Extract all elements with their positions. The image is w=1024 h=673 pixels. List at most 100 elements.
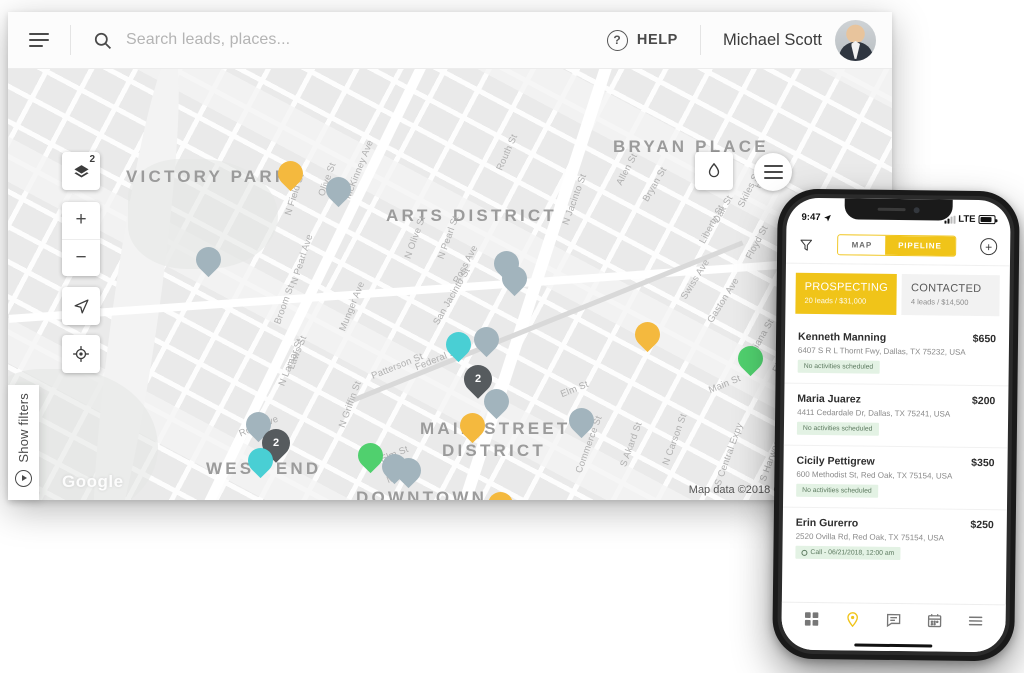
map-lead-marker[interactable]	[563, 402, 600, 439]
marker-count	[502, 266, 527, 291]
stage-card[interactable]: CONTACTED 4 leads / $14,500	[901, 274, 1000, 317]
list-item[interactable]: Maria Juarez $200 4411 Cedardale Dr, Dalla…	[783, 383, 1009, 449]
screenshot-root: ? HELP Michael Scott VICTORY PARKBRYAN P…	[0, 0, 1024, 673]
add-lead-button[interactable]: +	[980, 238, 998, 256]
hamburger-icon	[763, 176, 783, 180]
stage-name: PROSPECTING	[804, 280, 889, 294]
map-lead-marker[interactable]	[272, 155, 309, 192]
phone-app-header: MAP PIPELINE +	[785, 225, 1011, 267]
map-lead-marker[interactable]	[390, 452, 427, 489]
phone-bezel: 9:47 LTE MAP PIPELINE + PROSPECTING 20 l…	[777, 193, 1015, 657]
phone-notch	[844, 198, 953, 221]
map-pin-icon[interactable]	[845, 611, 861, 632]
map-drop-filter-button[interactable]	[695, 152, 733, 190]
user-menu[interactable]: Michael Scott	[701, 19, 892, 61]
stage-name: CONTACTED	[910, 282, 982, 296]
zoom-out-button[interactable]: −	[62, 240, 100, 277]
map-lead-marker[interactable]	[496, 260, 533, 297]
app-topbar: ? HELP Michael Scott	[8, 12, 892, 69]
stage-summary: 4 leads / $14,500	[910, 297, 969, 307]
front-camera	[913, 206, 920, 213]
status-indicators: LTE	[944, 213, 996, 226]
list-item[interactable]: Kenneth Manning $650 6407 S R L Thornt Fwy…	[784, 321, 1010, 387]
status-time: 9:47	[801, 211, 821, 224]
lead-name: Kenneth Manning	[797, 330, 887, 344]
activity-label: No activities scheduled	[802, 486, 872, 495]
location-arrow-icon	[824, 214, 831, 221]
calendar-icon[interactable]	[926, 612, 942, 633]
lead-amount: $200	[971, 394, 996, 408]
map-lead-marker[interactable]	[190, 241, 227, 278]
list-item[interactable]: Erin Gurerro $250 2520 Ovilla Rd, Red Oak,…	[782, 507, 1007, 571]
map-lead-marker[interactable]	[468, 321, 505, 358]
network-label: LTE	[958, 213, 976, 225]
tab-pipeline[interactable]: PIPELINE	[884, 235, 955, 256]
expand-arrow-icon	[15, 469, 32, 487]
lead-address: 600 Methodist St, Red Oak, TX 75154, USA	[796, 469, 953, 481]
map-zoom-controls[interactable]: + −	[62, 202, 100, 276]
map-navigate-button[interactable]	[62, 287, 100, 325]
map-lead-marker[interactable]	[242, 442, 279, 479]
map-lead-marker[interactable]	[454, 407, 491, 444]
lead-row-header: Maria Juarez $200	[797, 393, 995, 407]
layers-icon	[73, 164, 89, 178]
status-badge: No activities scheduled	[796, 421, 879, 436]
dashboard-grid-icon[interactable]	[804, 611, 820, 632]
help-button[interactable]: ? HELP	[597, 29, 700, 51]
search-bar[interactable]	[71, 31, 597, 50]
stage-summary: 20 leads / $31,000	[804, 295, 867, 306]
filter-funnel-icon[interactable]	[799, 237, 813, 251]
activity-label: Call - 06/21/2018, 12:00 am	[810, 548, 895, 557]
lead-amount: $650	[972, 332, 997, 346]
lead-list[interactable]: Kenneth Manning $650 6407 S R L Thornt Fwy…	[782, 321, 1010, 571]
view-mode-toggle[interactable]: MAP PIPELINE	[837, 234, 956, 257]
activity-label: No activities scheduled	[803, 362, 874, 371]
show-filters-tab[interactable]: Show filters	[8, 385, 39, 500]
status-badge: Call - 06/21/2018, 12:00 am	[795, 545, 901, 561]
hamburger-menu-icon[interactable]	[967, 613, 983, 634]
chat-bubble-icon[interactable]	[885, 612, 901, 633]
marker-count	[446, 332, 471, 357]
marker-count	[460, 413, 485, 438]
map-canvas[interactable]: VICTORY PARK BRYAN PLACE ARTS DISTRICT MAIN…	[8, 69, 892, 500]
show-filters-label: Show filters	[16, 393, 31, 463]
map-locate-button[interactable]	[62, 335, 100, 373]
map-list-toggle-button[interactable]	[754, 153, 792, 191]
marker-count	[635, 322, 660, 347]
pipeline-stage-cards[interactable]: PROSPECTING 20 leads / $31,000 CONTACTED 4 …	[785, 264, 1010, 325]
status-time-group: 9:47	[801, 212, 831, 223]
google-watermark: Google	[62, 472, 124, 491]
water-drop-icon	[708, 162, 720, 178]
marker-count	[484, 389, 509, 414]
map-lead-marker[interactable]	[440, 326, 477, 363]
marker-count	[278, 161, 303, 186]
layers-count-badge: 2	[89, 154, 95, 165]
main-menu-button[interactable]	[8, 33, 70, 47]
map-lead-marker[interactable]	[629, 316, 666, 353]
lead-row-header: Cicily Pettigrew $350	[796, 455, 994, 469]
tab-map[interactable]: MAP	[838, 235, 886, 255]
browser-window: ? HELP Michael Scott VICTORY PARKBRYAN P…	[8, 12, 892, 500]
map-layers-button[interactable]: 2	[62, 152, 100, 190]
search-input[interactable]	[126, 31, 597, 49]
marker-count	[196, 247, 221, 272]
marker-count	[569, 408, 594, 433]
hamburger-icon	[29, 33, 49, 47]
map-lead-marker[interactable]	[320, 171, 357, 208]
lead-row-header: Kenneth Manning $650	[798, 331, 996, 345]
marker-count	[396, 458, 421, 483]
zoom-in-button[interactable]: +	[62, 202, 100, 240]
activity-label: No activities scheduled	[802, 424, 873, 433]
help-label: HELP	[636, 32, 678, 48]
phone-mockup: 9:47 LTE MAP PIPELINE + PROSPECTING 20 l…	[772, 188, 1020, 662]
search-icon	[94, 32, 112, 49]
lead-name: Cicily Pettigrew	[796, 454, 875, 468]
avatar[interactable]	[835, 19, 876, 61]
lead-address: 4411 Cedardale Dr, Dallas, TX 75241, USA	[797, 407, 951, 419]
map-lead-marker[interactable]	[732, 340, 769, 377]
crosshair-icon	[73, 346, 89, 362]
lead-name: Maria Juarez	[797, 392, 862, 406]
list-item[interactable]: Cicily Pettigrew $350 600 Methodist St, Re…	[782, 445, 1008, 511]
stage-card[interactable]: PROSPECTING 20 leads / $31,000	[795, 272, 898, 316]
status-badge: No activities scheduled	[796, 483, 878, 498]
